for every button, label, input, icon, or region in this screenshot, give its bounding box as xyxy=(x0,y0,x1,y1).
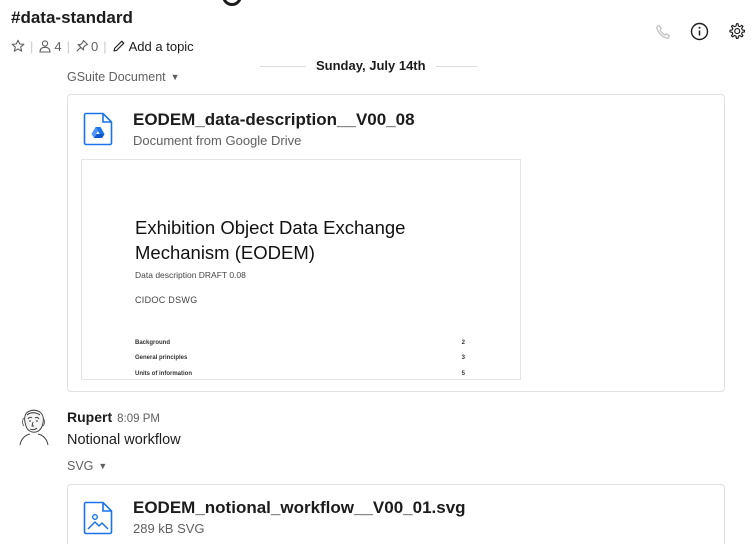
preview-title: Exhibition Object Data Exchange Mechanis… xyxy=(135,217,406,263)
avatar[interactable] xyxy=(16,408,52,446)
preview-org: CIDOC DSWG xyxy=(135,295,198,305)
google-drive-doc-icon xyxy=(83,112,113,146)
pins-count[interactable]: 0 xyxy=(91,39,98,54)
meta-separator: | xyxy=(66,38,71,54)
preview-toc-row: Background 2 xyxy=(135,340,465,346)
info-icon[interactable] xyxy=(690,22,709,41)
toc-label: General principles xyxy=(135,355,188,361)
caret-down-icon: ▼ xyxy=(170,72,180,82)
header-actions xyxy=(654,22,746,41)
members-count[interactable]: 4 xyxy=(54,39,61,54)
message-text: Notional workflow xyxy=(67,432,181,448)
file-subtitle: Document from Google Drive xyxy=(133,133,302,148)
toc-label: Units of information xyxy=(135,371,192,377)
preview-toc-row: General principles 3 xyxy=(135,355,465,361)
members-icon[interactable] xyxy=(38,39,52,53)
toc-page: 5 xyxy=(461,371,465,377)
toc-page: 3 xyxy=(461,355,465,361)
toc-page: 2 xyxy=(461,340,465,346)
file-title[interactable]: EODEM_notional_workflow__V00_01.svg xyxy=(133,498,466,518)
file-title[interactable]: EODEM_data-description__V00_08 xyxy=(133,110,415,130)
document-preview[interactable]: Exhibition Object Data Exchange Mechanis… xyxy=(81,159,521,380)
date-divider[interactable]: Sunday, July 14th xyxy=(306,56,436,76)
toc-label: Background xyxy=(135,340,171,346)
gear-icon[interactable] xyxy=(727,22,746,41)
image-file-icon xyxy=(83,501,113,535)
author-name[interactable]: Rupert xyxy=(67,409,112,425)
message-header: Rupert 8:09 PM xyxy=(67,409,160,425)
preview-toc-row: Units of information 5 xyxy=(135,371,465,377)
caret-down-icon: ▼ xyxy=(98,461,108,471)
pencil-icon[interactable] xyxy=(112,39,126,53)
phone-icon[interactable] xyxy=(654,23,672,41)
channel-meta: | 4 | 0 | Add a topic xyxy=(11,37,194,55)
attachment-type-toggle[interactable]: GSuite Document ▼ xyxy=(67,70,180,84)
attachment-type-label: GSuite Document xyxy=(67,70,166,84)
file-subtitle: 289 kB SVG xyxy=(133,521,205,536)
meta-separator: | xyxy=(103,38,107,54)
star-icon[interactable] xyxy=(11,39,25,53)
pin-icon[interactable] xyxy=(75,39,89,53)
meta-separator: | xyxy=(30,38,34,54)
preview-subtitle: Data description DRAFT 0.08 xyxy=(135,270,246,280)
cropped-glyph xyxy=(222,0,242,6)
channel-header: #data-standard | 4 | 0 | Add a topic xyxy=(0,0,752,62)
timestamp[interactable]: 8:09 PM xyxy=(117,413,160,425)
attachment-type-label: SVG xyxy=(67,459,94,473)
add-topic-link[interactable]: Add a topic xyxy=(129,39,194,54)
attachment-type-toggle[interactable]: SVG ▼ xyxy=(67,459,107,473)
channel-name[interactable]: #data-standard xyxy=(11,8,133,28)
